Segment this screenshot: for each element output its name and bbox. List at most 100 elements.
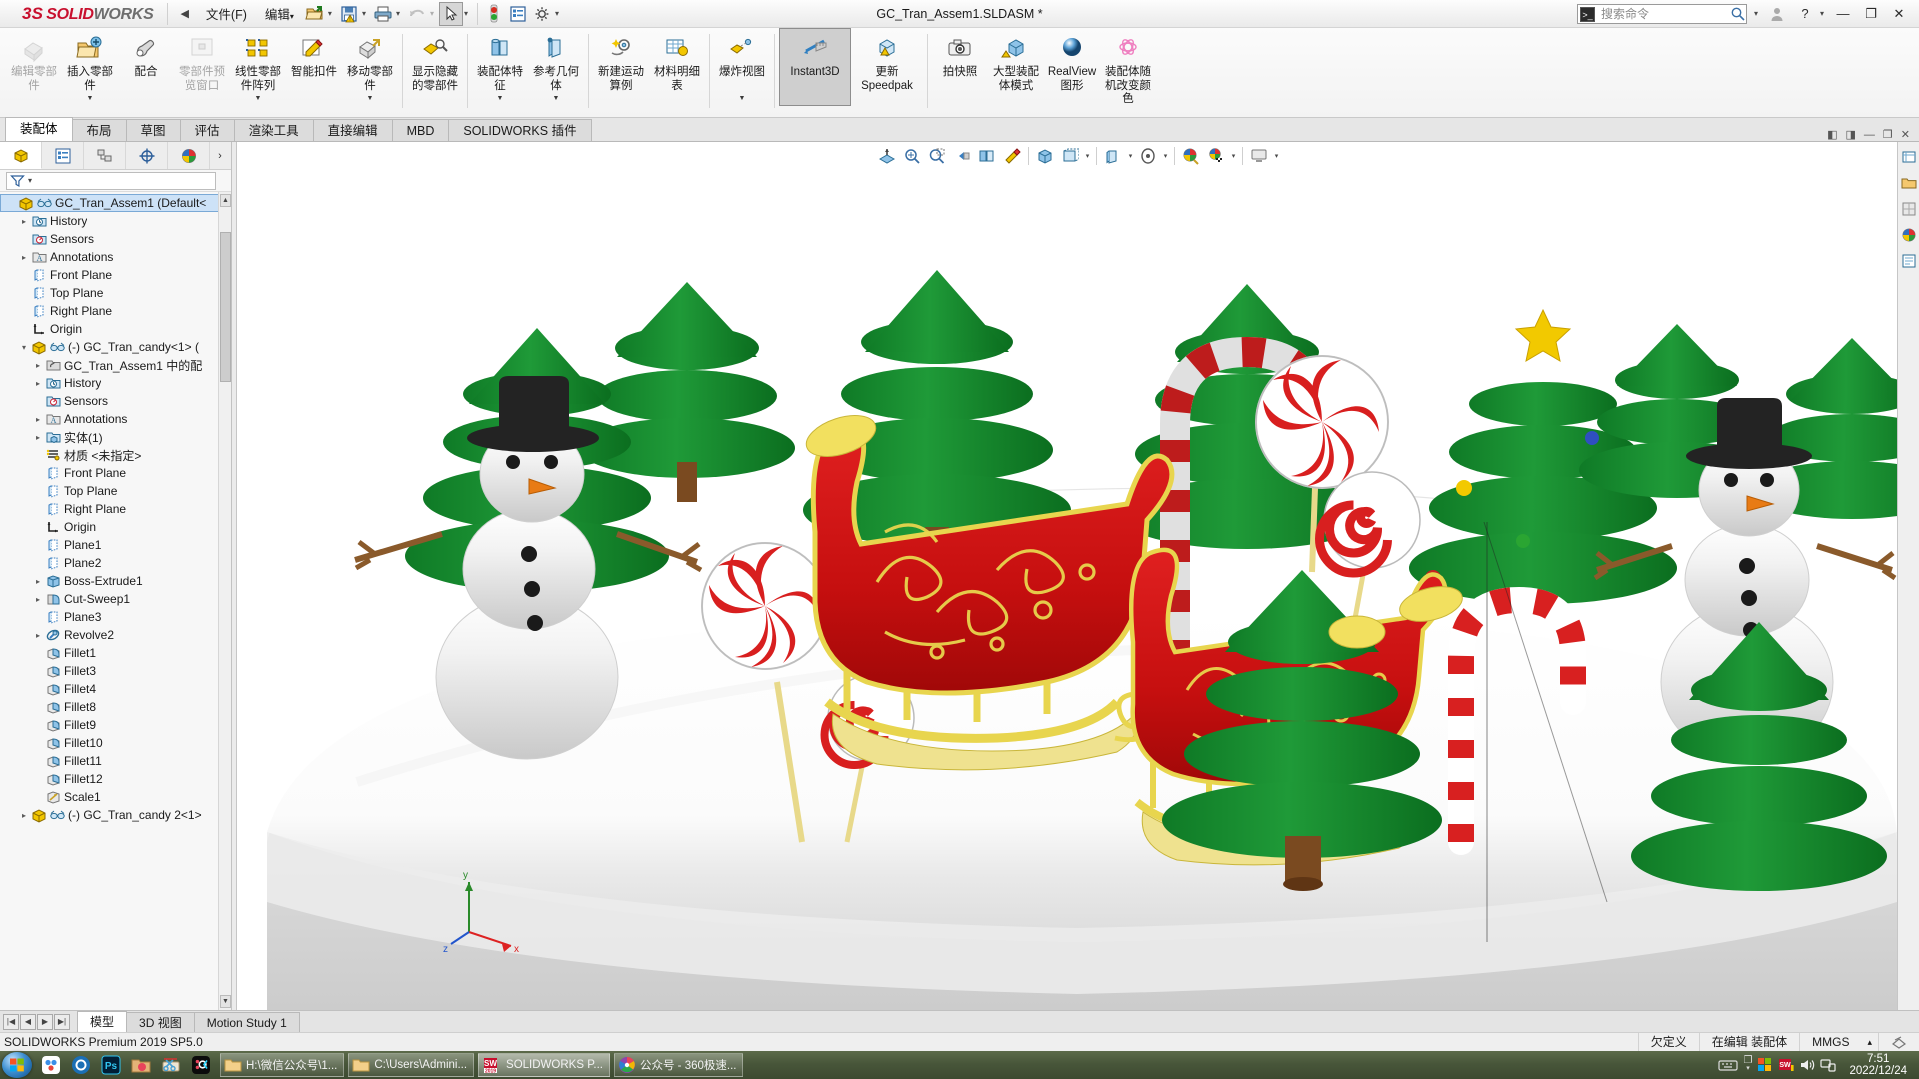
tree-node[interactable]: 材质 <未指定> (0, 446, 231, 464)
ribbon-component-preview[interactable]: 零部件预览窗口 (174, 28, 230, 106)
tree-expand-arrow-icon[interactable]: ▸ (32, 631, 44, 640)
tree-collapse-arrow-icon[interactable]: ▾ (18, 343, 30, 352)
section-cut-button[interactable] (1000, 145, 1024, 167)
tree-expand-arrow-icon[interactable]: ▸ (32, 433, 44, 442)
tree-expand-arrow-icon[interactable]: ▸ (18, 811, 30, 820)
tree-expand-arrow-icon[interactable]: ▸ (18, 217, 30, 226)
tree-node[interactable]: Right Plane (0, 302, 231, 320)
ribbon-move-component-dropdown[interactable]: ▼ (367, 95, 374, 105)
menu-expand-icon[interactable]: ◀ (172, 7, 196, 20)
apply-scene-caret[interactable]: ▾ (1161, 152, 1170, 160)
pin-left-button[interactable]: ◧ (1824, 128, 1840, 141)
tree-node[interactable]: Fillet3 (0, 662, 231, 680)
tree-node[interactable]: Origin (0, 320, 231, 338)
nav-prev-button[interactable]: ◀ (20, 1013, 36, 1030)
tree-node[interactable]: ▸ (-) GC_Tran_candy 2<1> (0, 806, 231, 824)
dimxpert-manager-tab[interactable] (126, 142, 168, 169)
tab-assembly[interactable]: 装配体 (5, 117, 73, 141)
ribbon-realview-graphics[interactable]: RealView 图形 (1044, 28, 1100, 106)
tree-scrollbar[interactable]: ▲ ▼ (218, 192, 231, 1010)
nav-first-button[interactable]: |◀ (3, 1013, 19, 1030)
tab-mbd[interactable]: MBD (391, 119, 450, 141)
ribbon-exploded-view-dropdown[interactable]: ▼ (739, 95, 746, 105)
custom-properties-icon[interactable] (1900, 252, 1918, 270)
start-button[interactable] (2, 1052, 32, 1078)
view-settings-button[interactable] (1204, 145, 1228, 167)
ql-baidu-netdisk[interactable] (36, 1052, 66, 1078)
taskbar-item-folder-c[interactable]: C:\Users\Admini... (348, 1053, 475, 1077)
solidworks-tray-icon[interactable]: SW (1778, 1057, 1795, 1073)
tree-node[interactable]: Sensors (0, 392, 231, 410)
tab-solidworks-addins[interactable]: SOLIDWORKS 插件 (448, 119, 592, 141)
tree-node[interactable]: Plane3 (0, 608, 231, 626)
doc-close-button[interactable]: ✕ (1898, 128, 1913, 141)
doc-tab-model[interactable]: 模型 (77, 1010, 128, 1033)
configuration-manager-tab[interactable] (84, 142, 126, 169)
nav-next-button[interactable]: ▶ (37, 1013, 53, 1030)
tree-node[interactable]: ▸ Revolve2 (0, 626, 231, 644)
ribbon-move-component[interactable]: 移动零部件 ▼ (342, 28, 398, 106)
tree-scroll-down-arrow[interactable]: ▼ (220, 995, 231, 1008)
view-palette-icon[interactable] (1900, 200, 1918, 218)
tab-sketch[interactable]: 草图 (125, 119, 181, 141)
view-cube-button[interactable] (1033, 145, 1057, 167)
tree-node[interactable]: Sensors (0, 230, 231, 248)
options-list-button[interactable] (506, 2, 530, 26)
undo-caret[interactable]: ▾ (429, 9, 439, 18)
viewport-layout-caret[interactable]: ▾ (1272, 152, 1281, 160)
tree-node[interactable]: ▸ A Annotations (0, 410, 231, 428)
ribbon-edit-component[interactable]: 编辑零部件 (6, 28, 62, 106)
tree-node[interactable]: ▸ A Annotations (0, 248, 231, 266)
ribbon-insert-component[interactable]: 插入零部件 ▼ (62, 28, 118, 106)
tab-render-tools[interactable]: 渲染工具 (233, 119, 314, 141)
status-overlay-icon[interactable] (1878, 1032, 1919, 1052)
tree-node[interactable]: Front Plane (0, 266, 231, 284)
nav-last-button[interactable]: ▶| (54, 1013, 70, 1030)
menu-edit[interactable]: 编辑▾ (256, 0, 303, 27)
feature-manager-tab[interactable] (0, 142, 42, 169)
tab-direct-edit[interactable]: 直接编辑 (312, 119, 393, 141)
ribbon-exploded-view[interactable]: 爆炸视图 ▼ (714, 28, 770, 106)
open-file-caret[interactable]: ▾ (327, 9, 337, 18)
keyboard-icon[interactable] (1718, 1058, 1739, 1072)
ribbon-random-color[interactable]: 装配体随机改变颜色 (1100, 28, 1156, 108)
edit-appearance-button[interactable] (1179, 145, 1203, 167)
ql-camera360[interactable] (66, 1052, 96, 1078)
feature-tree[interactable]: GC_Tran_Assem1 (Default< ▸ History Sensors ▸… (0, 192, 231, 1010)
settings-caret[interactable]: ▾ (554, 9, 564, 18)
christmas-candy-3d-scene[interactable]: y x z (237, 142, 1919, 1010)
file-explorer-icon[interactable] (1900, 174, 1918, 192)
ribbon-reference-geometry-dropdown[interactable]: ▼ (553, 95, 560, 105)
tree-node[interactable]: Top Plane (0, 482, 231, 500)
tree-expand-arrow-icon[interactable]: ▸ (32, 415, 44, 424)
ribbon-take-snapshot[interactable]: 拍快照 (932, 28, 988, 106)
print-button[interactable] (371, 2, 395, 26)
tree-node[interactable]: ▸ History (0, 374, 231, 392)
ribbon-linear-pattern-dropdown[interactable]: ▼ (255, 95, 262, 105)
taskbar-item-folder-h[interactable]: H:\微信公众号\1... (220, 1053, 345, 1077)
tree-node[interactable]: ▾(-) GC_Tran_candy<1> (≡ (0, 338, 231, 356)
ribbon-new-motion-study[interactable]: 新建运动算例 (593, 28, 649, 106)
ribbon-update-speedpak[interactable]: 更新 Speedpak (851, 28, 923, 106)
ribbon-assembly-feature-dropdown[interactable]: ▼ (497, 95, 504, 105)
command-search[interactable]: >_ (1576, 3, 1747, 24)
tree-filter-input[interactable]: ▾ (6, 171, 216, 190)
pin-right-button[interactable]: ◨ (1843, 128, 1859, 141)
ribbon-assembly-feature[interactable]: 装配体特征 ▼ (472, 28, 528, 106)
help-caret[interactable]: ▾ (1819, 9, 1829, 18)
tree-node[interactable]: Origin (0, 518, 231, 536)
section-view-button[interactable] (875, 145, 899, 167)
ribbon-linear-pattern[interactable]: 线性零部件阵列 ▼ (230, 28, 286, 106)
tree-expand-arrow-icon[interactable]: ▸ (32, 577, 44, 586)
ribbon-mate[interactable]: 配合 (118, 28, 174, 106)
tree-node[interactable]: Plane1 (0, 536, 231, 554)
menu-file[interactable]: 文件(F) (197, 0, 256, 27)
tab-evaluate[interactable]: 评估 (179, 119, 235, 141)
taskbar-item-solidworks[interactable]: SW 2019 SOLIDWORKS P... (478, 1053, 610, 1077)
previous-view-button[interactable] (950, 145, 974, 167)
search-input[interactable] (1598, 5, 1730, 22)
taskbar-clock[interactable]: 7:51 2022/12/24 (1841, 1053, 1915, 1077)
close-button[interactable]: ✕ (1885, 2, 1913, 26)
tree-node[interactable]: Front Plane (0, 464, 231, 482)
filter-caret-icon[interactable]: ▾ (28, 176, 32, 185)
